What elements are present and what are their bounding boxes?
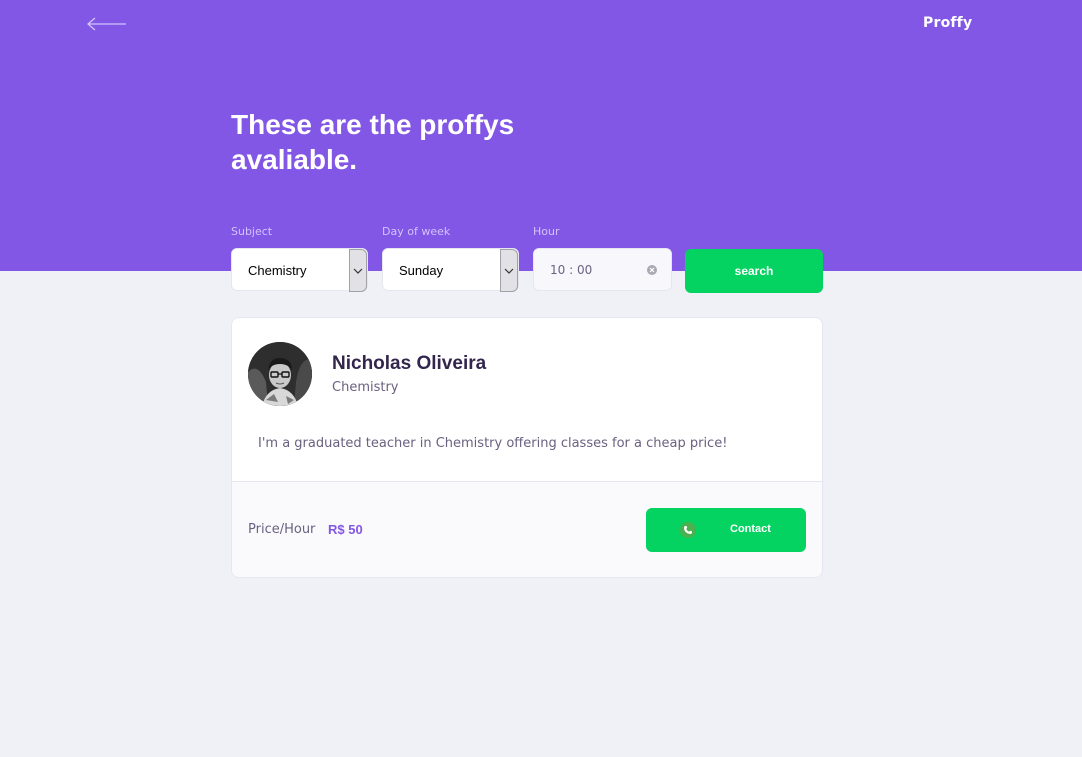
teacher-name: Nicholas Oliveira	[332, 353, 487, 374]
contact-button-label: Contact	[730, 523, 771, 535]
chevron-down-icon[interactable]	[349, 249, 367, 292]
price-label: Price/Hour	[248, 522, 316, 537]
subject-select[interactable]: Chemistry	[231, 248, 368, 292]
phone-icon	[680, 522, 696, 538]
page-title: These are the proffys avaliable.	[231, 109, 515, 175]
contact-button[interactable]: Contact	[646, 508, 806, 552]
teacher-card: Nicholas Oliveira Chemistry I'm a gradua…	[231, 317, 823, 578]
hour-label: Hour	[533, 225, 560, 238]
brand-logo: Proffy	[923, 15, 973, 31]
hour-input-value: 10 : 00	[550, 263, 593, 277]
price-value: R$ 50	[328, 522, 363, 537]
subject-label: Subject	[231, 225, 273, 238]
teacher-subject: Chemistry	[332, 380, 399, 395]
avatar	[248, 342, 312, 406]
teacher-bio: I'm a graduated teacher in Chemistry off…	[258, 436, 728, 451]
card-footer: Price/Hour R$ 50 Contact	[232, 481, 822, 577]
hour-input[interactable]: 10 : 00	[533, 248, 672, 291]
clear-icon[interactable]	[646, 264, 658, 276]
search-button[interactable]: search	[685, 249, 823, 293]
subject-select-value: Chemistry	[248, 263, 307, 278]
day-of-week-label: Day of week	[382, 225, 451, 238]
day-of-week-select[interactable]: Sunday	[382, 248, 519, 292]
day-select-value: Sunday	[399, 263, 444, 278]
chevron-down-icon[interactable]	[500, 249, 518, 292]
arrow-left-icon[interactable]	[87, 16, 127, 32]
